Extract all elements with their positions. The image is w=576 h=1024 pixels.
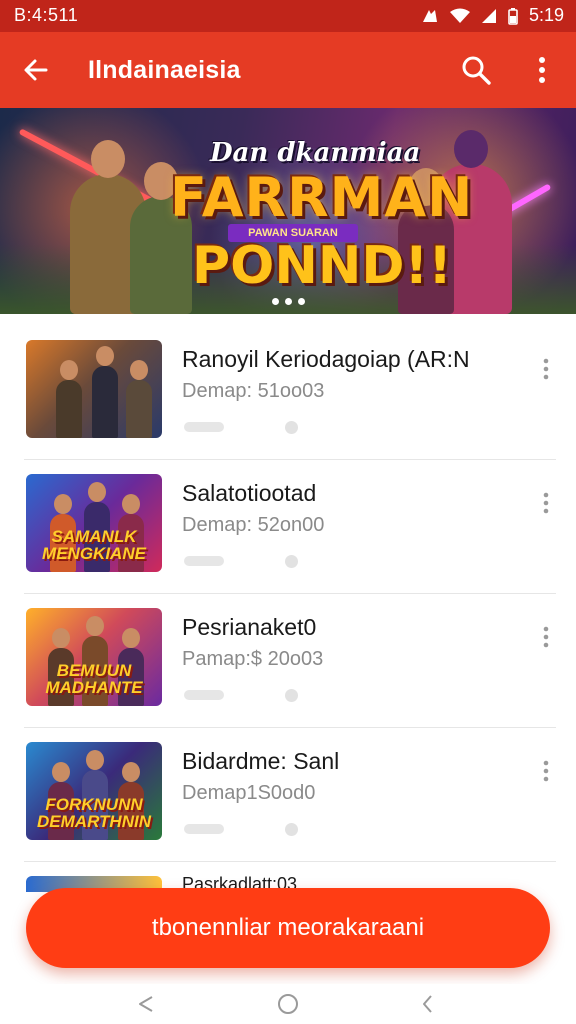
thumbnail-text: FORKNUNN DEMARTHNIN <box>37 795 151 831</box>
status-time: B:4:511 <box>14 5 79 25</box>
placeholder-bar <box>184 422 224 432</box>
placeholder-bar <box>184 824 224 834</box>
banner-tagline: Dan dkanmiaa <box>210 138 421 168</box>
placeholder-dot <box>285 689 298 702</box>
page-dot <box>272 298 279 305</box>
partial-item-title: Pasrkadlatt:03 <box>182 874 298 888</box>
app-title: Ilndainaeisia <box>88 56 241 84</box>
thumbnail-text: SAMANLK MENGKIANE <box>42 527 146 563</box>
item-more-icon[interactable] <box>536 490 556 516</box>
item-more-icon[interactable] <box>536 758 556 784</box>
game-title: Pesrianaket0 <box>182 614 317 640</box>
game-title: Bidardme: Sanl <box>182 748 340 774</box>
placeholder-dot <box>285 823 298 836</box>
battery-icon <box>508 7 518 25</box>
banner-subtitle: PONND!! <box>192 236 452 296</box>
item-more-icon[interactable] <box>536 624 556 650</box>
placeholder-dot <box>285 421 298 434</box>
placeholder-bar <box>184 556 224 566</box>
game-subtitle: Demap1S0od0 <box>182 782 316 804</box>
cell-icon <box>481 8 496 23</box>
thumbnail-text: BEMUUN MADHANTE <box>45 661 143 697</box>
placeholder-bar <box>184 690 224 700</box>
status-icons: 5:19 <box>421 5 564 26</box>
list-item[interactable]: Ranoyil Keriodagoiap (AR:N Demap: 51oo03 <box>0 326 576 460</box>
banner-page-indicator[interactable] <box>272 298 305 305</box>
game-title: Ranoyil Keriodagoiap (AR:N <box>182 346 470 372</box>
game-subtitle: Demap: 52on00 <box>182 514 325 536</box>
signal-icon <box>422 9 437 22</box>
item-more-icon[interactable] <box>536 356 556 382</box>
wifi-icon <box>449 8 470 23</box>
page-dot <box>298 298 305 305</box>
game-subtitle: Demap: 51oo03 <box>182 380 325 402</box>
game-thumbnail <box>26 340 162 438</box>
game-thumbnail: FORKNUNN DEMARTHNIN <box>26 742 162 840</box>
game-subtitle: Pamap:$ 20o03 <box>182 648 324 670</box>
primary-action-button[interactable]: tbonennliar meorakaraani <box>26 888 550 968</box>
search-icon[interactable] <box>458 52 494 88</box>
divider <box>24 861 556 862</box>
page-dot <box>285 298 292 305</box>
game-thumbnail: BEMUUN MADHANTE <box>26 608 162 706</box>
list-item[interactable]: BEMUUN MADHANTE Pesrianaket0 Pamap:$ 20o… <box>0 594 576 728</box>
banner-title: FARRMAN <box>170 166 474 229</box>
nav-back-icon[interactable] <box>134 992 158 1016</box>
more-vert-icon[interactable] <box>528 52 556 88</box>
app-bar: Ilndainaeisia <box>0 32 576 108</box>
placeholder-dot <box>285 555 298 568</box>
featured-banner[interactable]: Dan dkanmiaa FARRMAN PAWAN SUARAN PONND!… <box>0 108 576 314</box>
game-thumbnail: SAMANLK MENGKIANE <box>26 474 162 572</box>
game-title: Salatotiootad <box>182 480 317 506</box>
nav-home-icon[interactable] <box>276 992 300 1016</box>
back-arrow-icon[interactable] <box>18 52 54 88</box>
list-item[interactable]: SAMANLK MENGKIANE Salatotiootad Demap: 5… <box>0 460 576 594</box>
nav-recent-icon[interactable] <box>416 992 440 1016</box>
status-bar: B:4:511 5:19 <box>0 0 576 32</box>
system-nav-bar <box>0 984 576 1024</box>
list-item[interactable]: FORKNUNN DEMARTHNIN Bidardme: Sanl Demap… <box>0 728 576 862</box>
status-right-time: 5:19 <box>528 5 564 25</box>
